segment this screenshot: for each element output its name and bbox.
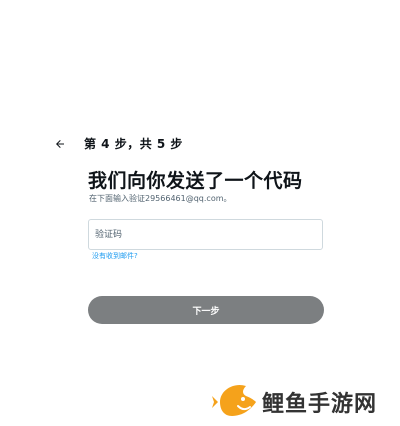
header: 第 4 步，共 5 步: [0, 132, 400, 156]
back-button[interactable]: [50, 134, 70, 154]
arrow-left-icon: [56, 140, 64, 148]
page-subtitle: 在下面输入验证29566461@qq.com。: [89, 194, 232, 203]
no-email-received-link[interactable]: 没有收到邮件?: [92, 251, 138, 261]
fish-logo-icon: [212, 384, 256, 416]
page-title: 我们向你发送了一个代码: [88, 170, 303, 192]
next-button[interactable]: 下一步: [88, 296, 324, 324]
verification-code-input[interactable]: [88, 219, 323, 250]
watermark: 鲤鱼手游网: [212, 380, 392, 420]
step-indicator: 第 4 步，共 5 步: [84, 137, 183, 151]
watermark-text: 鲤鱼手游网: [262, 392, 378, 417]
